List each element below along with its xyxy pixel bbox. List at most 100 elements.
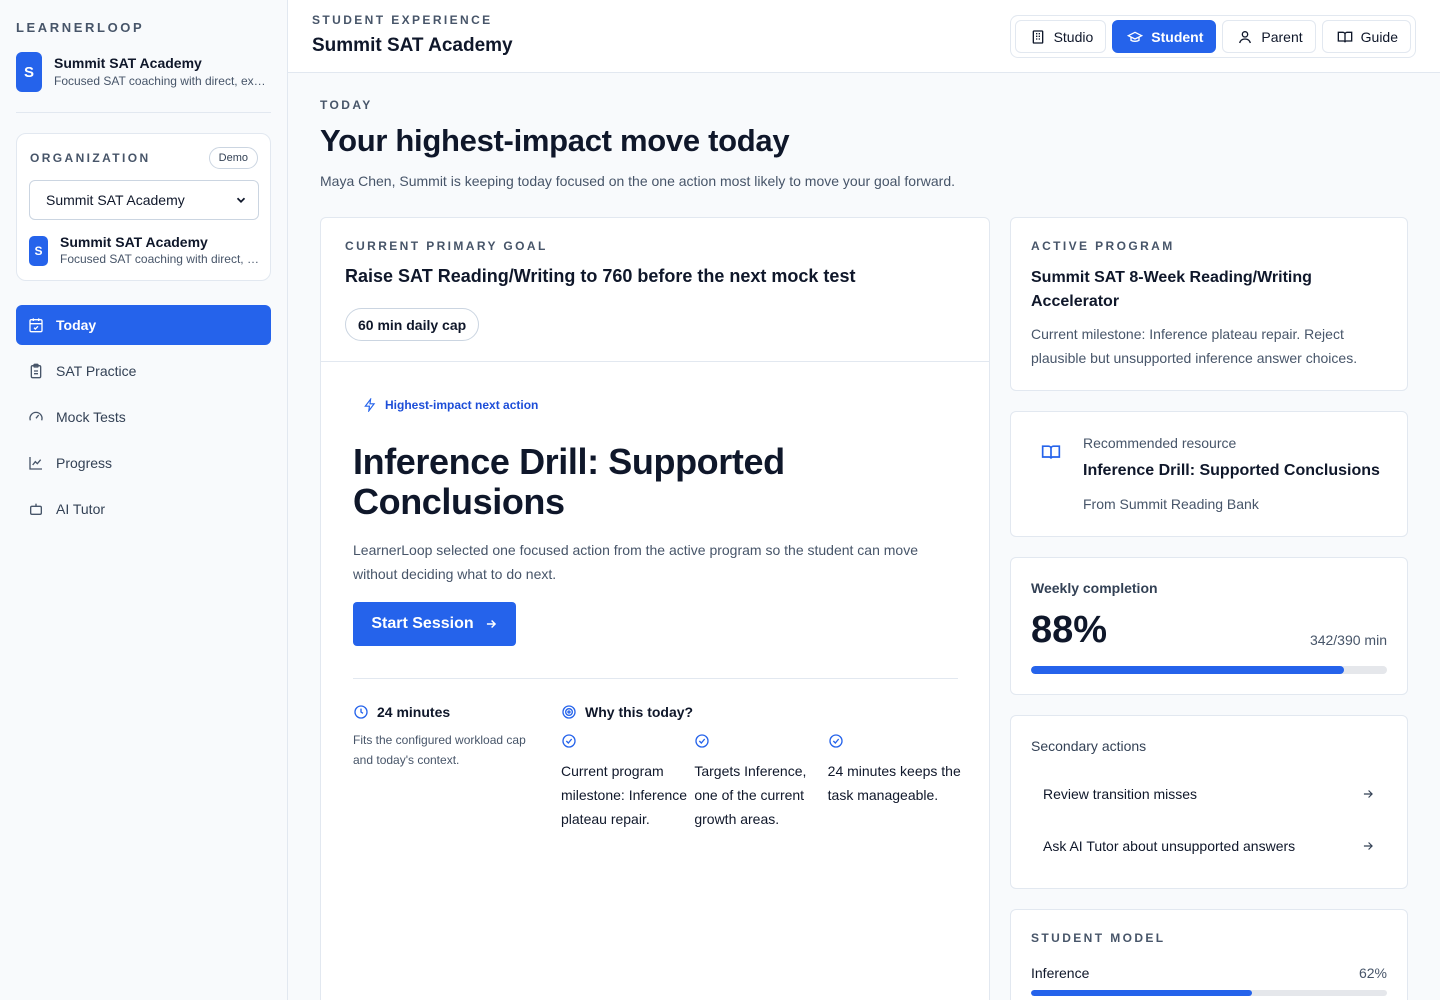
reason-item: Targets Inference, one of the current gr… [694, 733, 827, 831]
action-tag-label: Highest-impact next action [385, 398, 539, 412]
brand-logo: LEARNERLOOP [16, 20, 145, 35]
reason-text: Targets Inference, one of the current gr… [694, 763, 807, 827]
page-title: Summit SAT Academy [312, 35, 513, 56]
bot-icon [28, 501, 44, 517]
skill-name: Inference [1031, 965, 1090, 981]
building-icon [1030, 29, 1046, 45]
goal-card: CURRENT PRIMARY GOAL Raise SAT Reading/W… [320, 217, 990, 1000]
check-circle-icon [828, 733, 961, 749]
skill-progress-bar [1031, 990, 1387, 996]
calendar-icon [28, 317, 44, 333]
org-card-name: Summit SAT Academy [60, 234, 208, 250]
secondary-action-label: Review transition misses [1043, 786, 1198, 802]
book-open-icon [1337, 29, 1353, 45]
start-session-button[interactable]: Start Session [353, 602, 516, 646]
mode-parent-button[interactable]: Parent [1222, 20, 1316, 53]
mode-studio-button[interactable]: Studio [1014, 20, 1107, 53]
nav-label: Today [56, 317, 97, 333]
mode-label: Student [1151, 28, 1204, 45]
organization-label: ORGANIZATION [30, 151, 151, 165]
active-program-card: ACTIVE PROGRAM Summit SAT 8-Week Reading… [1010, 217, 1408, 391]
skill-progress-fill [1031, 990, 1252, 996]
nav-item-mock-tests[interactable]: Mock Tests [16, 397, 271, 437]
skill-percent: 62% [1358, 965, 1387, 981]
weekly-progress-fill [1031, 666, 1345, 674]
divider [353, 678, 958, 679]
secondary-action-item[interactable]: Ask AI Tutor about unsupported answers [1031, 824, 1387, 868]
weekly-progress-bar [1031, 666, 1387, 674]
sidebar: LEARNERLOOP S Summit SAT Academy Focused… [0, 0, 288, 1000]
goal-text: Raise SAT Reading/Writing to 760 before … [345, 266, 856, 286]
sidebar-nav: Today SAT Practice Mock Tests Progress A… [16, 305, 271, 535]
reason-text: Current program milestone: Inference pla… [561, 763, 688, 827]
reason-item: 24 minutes keeps the task manageable. [828, 733, 961, 831]
nav-label: AI Tutor [56, 501, 106, 517]
top-bar: STUDENT EXPERIENCE Summit SAT Academy St… [288, 0, 1440, 73]
weekly-label: Weekly completion [1031, 580, 1158, 596]
target-icon [561, 704, 577, 720]
org-header: S Summit SAT Academy Focused SAT coachin… [16, 52, 271, 92]
student-model-card: STUDENT MODEL Inference 62% [1010, 909, 1408, 1000]
arrow-right-icon [1361, 787, 1375, 801]
reason-item: Current program milestone: Inference pla… [561, 733, 694, 831]
secondary-actions-card: Secondary actions Review transition miss… [1010, 715, 1408, 889]
arrow-right-icon [484, 617, 498, 631]
nav-item-ai-tutor[interactable]: AI Tutor [16, 489, 271, 529]
program-title: Summit SAT 8-Week Reading/Writing Accele… [1031, 269, 1312, 310]
nav-item-progress[interactable]: Progress [16, 443, 271, 483]
recommended-resource-card[interactable]: Recommended resource Inference Drill: Su… [1010, 411, 1408, 537]
nav-item-sat-practice[interactable]: SAT Practice [16, 351, 271, 391]
user-icon [1237, 29, 1253, 45]
check-circle-icon [561, 733, 694, 749]
org-subtitle: Focused SAT coaching with direct, exam-s… [54, 74, 271, 88]
clipboard-icon [28, 363, 44, 379]
program-description: Current milestone: Inference plateau rep… [1031, 326, 1358, 366]
org-card-avatar: S [29, 236, 48, 266]
why-block: Why this today? Current program mileston… [561, 704, 961, 831]
chevron-down-icon [234, 193, 248, 207]
duration-block: 24 minutes Fits the configured workload … [353, 704, 543, 770]
organization-select[interactable]: Summit SAT Academy [29, 180, 259, 220]
reason-text: 24 minutes keeps the task manageable. [827, 763, 961, 803]
weekly-minutes: 342/390 min [1309, 632, 1387, 648]
nav-label: SAT Practice [56, 363, 137, 379]
mode-label: Guide [1360, 28, 1398, 45]
lightning-icon [363, 398, 377, 412]
gauge-icon [28, 409, 44, 425]
daily-cap-pill: 60 min daily cap [345, 308, 480, 341]
program-label: ACTIVE PROGRAM [1031, 239, 1175, 253]
action-description: LearnerLoop selected one focused action … [353, 542, 919, 582]
goal-label: CURRENT PRIMARY GOAL [345, 239, 548, 253]
nav-item-today[interactable]: Today [16, 305, 271, 345]
mode-student-button[interactable]: Student [1112, 20, 1217, 53]
organization-card: ORGANIZATION Demo Summit SAT Academy S S… [16, 133, 271, 281]
student-model-label: STUDENT MODEL [1031, 931, 1166, 945]
resource-source: From Summit Reading Bank [1083, 496, 1259, 512]
mode-guide-button[interactable]: Guide [1321, 20, 1411, 53]
nav-label: Progress [56, 455, 113, 471]
start-session-label: Start Session [371, 615, 474, 632]
nav-label: Mock Tests [56, 409, 126, 425]
skill-row: Inference 62% [1031, 965, 1387, 981]
check-circle-icon [694, 733, 827, 749]
graduation-cap-icon [1127, 29, 1144, 45]
secondary-action-item[interactable]: Review transition misses [1031, 772, 1387, 816]
arrow-right-icon [1361, 839, 1375, 853]
mode-label: Parent [1261, 28, 1303, 45]
hero-subtitle: Maya Chen, Summit is keeping today focus… [320, 173, 955, 189]
resource-label: Recommended resource [1083, 435, 1237, 451]
book-open-icon [1041, 442, 1061, 462]
mode-label: Studio [1053, 28, 1094, 45]
chart-line-icon [28, 455, 44, 471]
secondary-action-label: Ask AI Tutor about unsupported answers [1043, 838, 1296, 854]
top-kicker: STUDENT EXPERIENCE [312, 13, 493, 27]
main-content: TODAY Your highest-impact move today May… [288, 73, 1440, 1000]
duration-note: Fits the configured workload cap and tod… [353, 733, 526, 767]
org-card-subtitle: Focused SAT coaching with direct, exam-s… [60, 252, 259, 266]
demo-badge: Demo [208, 147, 258, 169]
resource-title: Inference Drill: Supported Conclusions [1083, 462, 1380, 479]
org-name: Summit SAT Academy [54, 55, 202, 71]
section-kicker: TODAY [320, 98, 373, 112]
org-avatar: S [16, 52, 42, 92]
secondary-label: Secondary actions [1031, 738, 1147, 754]
